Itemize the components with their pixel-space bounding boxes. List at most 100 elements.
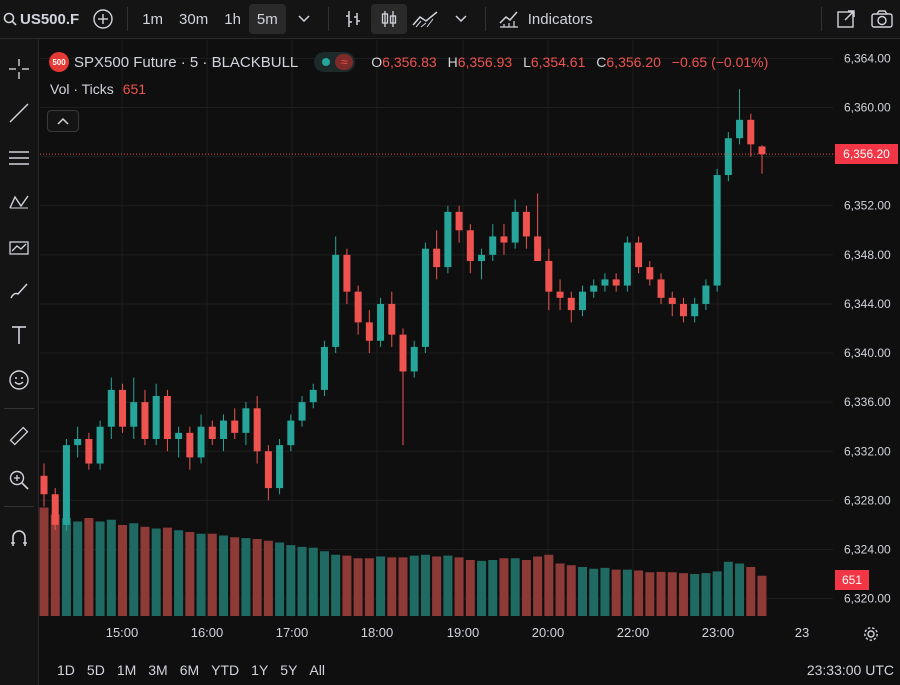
volume-bar [757, 575, 767, 616]
time-label: 22:00 [617, 625, 650, 640]
volume-bar [701, 573, 711, 616]
volume-bar [241, 538, 251, 616]
price-label: 6,332.00 [844, 444, 891, 458]
volume-bar [353, 558, 363, 616]
volume-bar [746, 567, 756, 616]
volume-bar [129, 523, 139, 616]
range-6m[interactable]: 6M [174, 662, 205, 678]
candle-body [119, 389, 127, 427]
time-label: 23:00 [702, 625, 735, 640]
open-label: O [371, 54, 383, 70]
candle-body [51, 494, 59, 525]
candle-body [691, 303, 699, 317]
volume-bar [230, 537, 240, 616]
candle-body [186, 432, 194, 458]
volume-bar [73, 521, 83, 616]
price-label: 6,336.00 [844, 395, 891, 409]
volume-bar [521, 560, 531, 616]
volume-bar [465, 560, 475, 616]
time-label: 19:00 [447, 625, 480, 640]
volume-bar [140, 526, 150, 616]
candle-body [130, 402, 138, 427]
candle-body [74, 438, 82, 446]
price-label: 6,328.00 [844, 493, 891, 507]
price-chart[interactable]: 6,364.006,360.006,356.006,352.006,348.00… [0, 0, 900, 685]
candle-body [332, 254, 340, 347]
volume-bar [297, 546, 307, 616]
price-label: 6,360.00 [844, 101, 891, 115]
range-5y[interactable]: 5Y [274, 662, 303, 678]
market-status[interactable]: ≈ [314, 52, 356, 72]
volume-bar [510, 558, 520, 616]
candle-body [579, 291, 586, 311]
time-axis[interactable]: 15:00 16:00 17:00 18:00 19:00 20:00 22:00 23:00… [106, 625, 810, 640]
volume-bar [499, 558, 509, 616]
range-bar: 1D 5D 1M 3M 6M YTD 1Y 5Y All [39, 655, 900, 685]
low-value: 6,354.61 [530, 54, 586, 70]
candle-body [522, 211, 530, 237]
volume-bar [555, 563, 565, 616]
volume-legend[interactable]: Vol · Ticks 651 [50, 81, 146, 97]
clock[interactable]: 23:33:00 UTC [807, 662, 894, 678]
volume-bar [690, 574, 700, 616]
candle-body [141, 402, 149, 439]
volume-bar [735, 563, 745, 616]
candle-body [747, 119, 755, 145]
candle-body [197, 426, 205, 458]
candle-body [511, 211, 519, 243]
price-label: 6,352.00 [844, 199, 891, 213]
candle-body [231, 420, 239, 433]
high-label: H [447, 54, 458, 70]
time-label: 20:00 [532, 625, 565, 640]
volume-bars [39, 507, 767, 616]
range-1d[interactable]: 1D [51, 662, 81, 678]
volume-bar [196, 533, 206, 616]
candle-body [635, 242, 643, 268]
candle-body [500, 236, 508, 243]
volume-bar [488, 560, 498, 616]
range-all[interactable]: All [303, 662, 331, 678]
volume-bar [185, 532, 195, 616]
candle-body [163, 396, 171, 439]
candle-body [567, 297, 575, 311]
market-open-dot-icon [322, 58, 331, 66]
candle-body [96, 426, 104, 464]
volume-value: 651 [122, 81, 147, 97]
volume-bar [611, 569, 621, 616]
range-1y[interactable]: 1Y [245, 662, 274, 678]
candle-body [242, 408, 250, 433]
volume-bar [678, 573, 688, 616]
price-label: 6,348.00 [844, 248, 891, 262]
price-label: 6,364.00 [844, 51, 891, 65]
candle-body [724, 138, 732, 176]
candle-body [421, 248, 429, 347]
volume-bar [342, 555, 352, 616]
candle-body [62, 445, 70, 525]
chart-title[interactable]: SPX500 Future · 5 · BLACKBULL [74, 54, 298, 71]
candle-body [309, 389, 317, 403]
range-5d[interactable]: 5D [81, 662, 111, 678]
collapse-legend-button[interactable] [47, 110, 79, 132]
candle-body [377, 303, 385, 341]
candle-body [534, 236, 542, 261]
candle-body [276, 445, 284, 489]
range-1m[interactable]: 1M [111, 662, 142, 678]
time-label: 23 [795, 625, 809, 640]
candle-body [85, 438, 93, 464]
candle-body [736, 119, 744, 139]
price-axis[interactable]: 6,364.006,360.006,356.006,352.006,348.00… [844, 51, 891, 605]
candle-body [399, 334, 407, 372]
ohlc-values: O6,356.83 H6,356.93 L6,354.61 C6,356.20 … [369, 54, 768, 70]
candle-body [264, 451, 272, 489]
volume-bar [566, 565, 576, 616]
candlesticks [40, 89, 766, 532]
volume-bar [106, 519, 116, 616]
close-label: C [596, 54, 607, 70]
candle-body [175, 432, 183, 439]
volume-bar [667, 572, 677, 616]
range-ytd[interactable]: YTD [205, 662, 245, 678]
settings-gear-icon[interactable] [860, 623, 882, 645]
change-value: −0.65 (−0.01%) [671, 54, 769, 70]
range-3m[interactable]: 3M [142, 662, 173, 678]
time-label: 18:00 [361, 625, 394, 640]
